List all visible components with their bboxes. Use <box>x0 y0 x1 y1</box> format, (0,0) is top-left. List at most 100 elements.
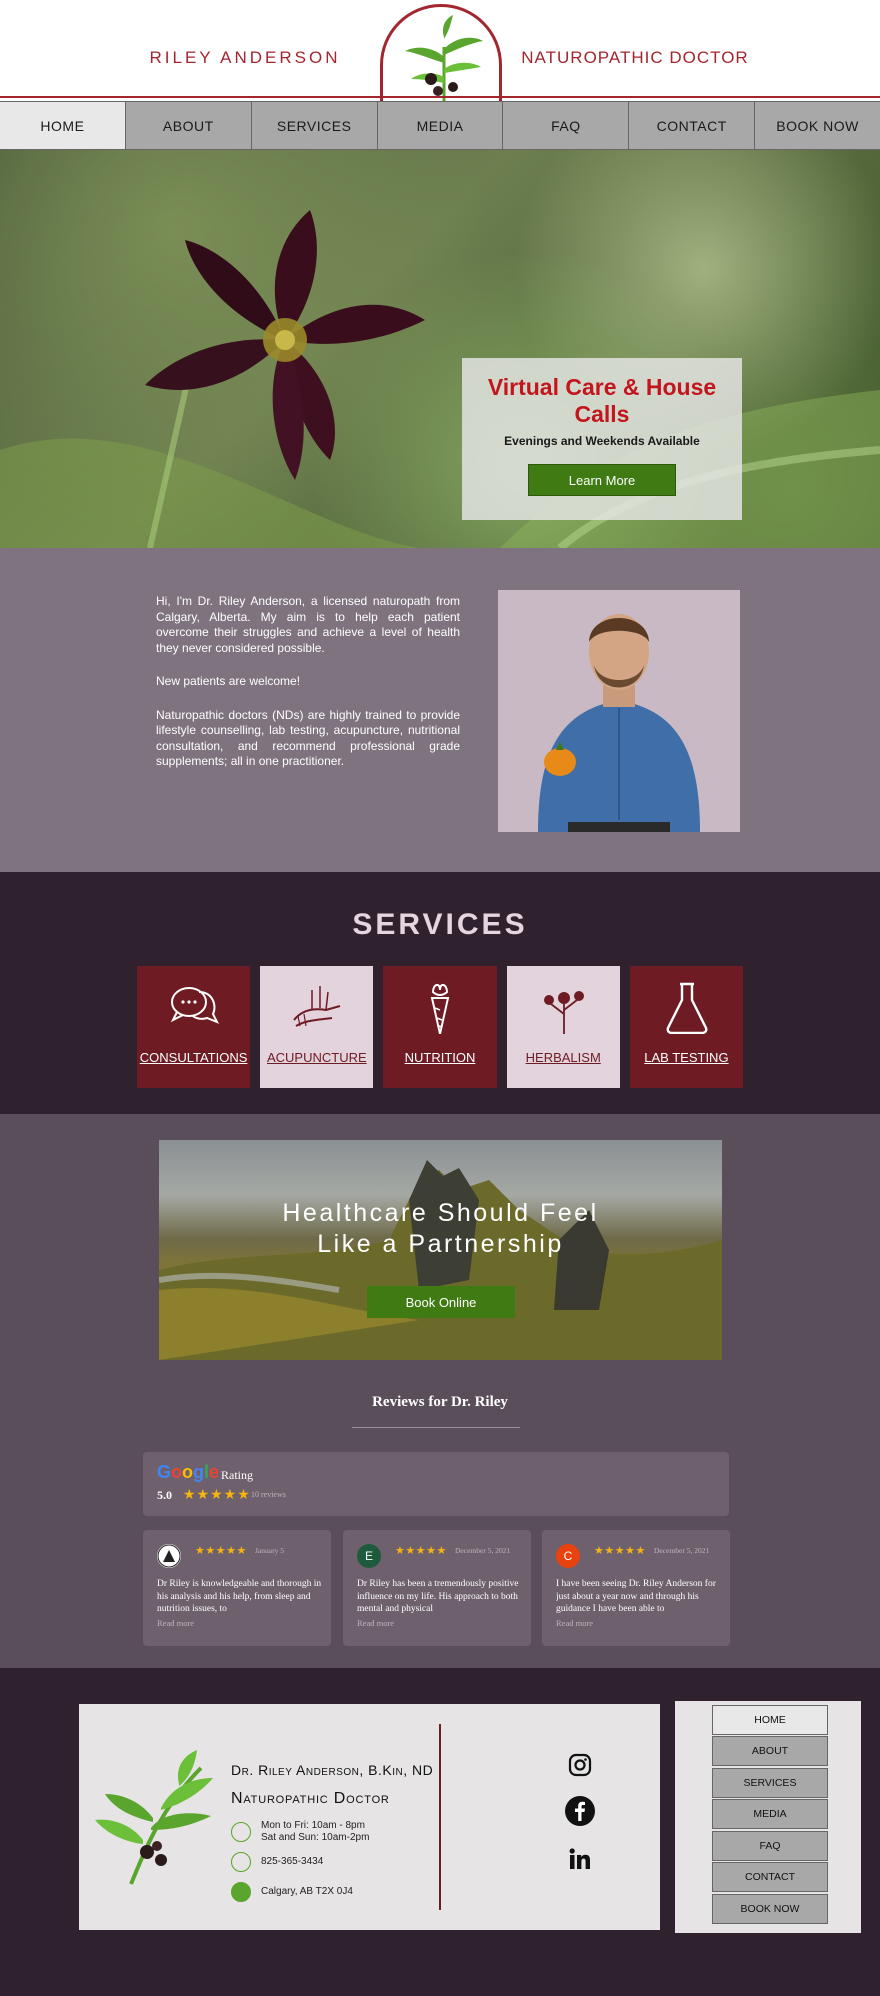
footer-nav-about[interactable]: ABOUT <box>712 1736 828 1766</box>
about-section: Hi, I'm Dr. Riley Anderson, a licensed n… <box>0 548 880 872</box>
service-nutrition[interactable]: NUTRITION <box>383 966 497 1088</box>
nav-contact[interactable]: CONTACT <box>629 102 756 149</box>
header-name[interactable]: RILEY ANDERSON <box>130 48 360 68</box>
footer-address: Calgary, AB T2X 0J4 <box>231 1882 353 1902</box>
clock-icon <box>231 1821 251 1842</box>
service-label-lab-testing[interactable]: LAB TESTING <box>630 1050 743 1065</box>
review-count[interactable]: 10 reviews <box>251 1490 286 1499</box>
location-pin-icon <box>231 1882 251 1902</box>
reviewer-avatar: C <box>556 1544 580 1568</box>
contact-card: Dr. Riley Anderson, B.Kin, ND Naturopath… <box>79 1704 660 1930</box>
footer-nav-faq[interactable]: FAQ <box>712 1831 828 1861</box>
review-read-more[interactable]: Read more <box>357 1618 394 1628</box>
rating-label: Rating <box>221 1468 253 1482</box>
service-lab-testing[interactable]: LAB TESTING <box>629 966 744 1088</box>
hero-section: Virtual Care & House Calls Evenings and … <box>0 150 880 548</box>
service-label-consultations[interactable]: CONSULTATIONS <box>137 1050 250 1065</box>
footer-nav-contact[interactable]: CONTACT <box>712 1862 828 1892</box>
rating-stars: ★★★★★ <box>183 1486 251 1502</box>
promo-heading: Virtual Care & House Calls <box>487 374 717 427</box>
review-text: Dr Riley has been a tremendously positiv… <box>357 1579 519 1614</box>
header-title: NATUROPATHIC DOCTOR <box>521 48 749 67</box>
partnership-headline: Healthcare Should Feel Like a Partnershi… <box>159 1198 722 1260</box>
nav-home[interactable]: HOME <box>0 102 126 149</box>
about-welcome: New patients are welcome! <box>156 674 301 688</box>
service-herbalism[interactable]: HERBALISM <box>506 966 620 1088</box>
nav-services[interactable]: SERVICES <box>251 102 378 149</box>
about-text: Hi, I'm Dr. Riley Anderson, a licensed n… <box>156 594 460 788</box>
doctor-photo <box>498 590 740 832</box>
review-date: December 5, 2021 <box>654 1546 710 1555</box>
acupuncture-hand-icon <box>293 986 341 1027</box>
footer-phone-text[interactable]: 825-365-3434 <box>261 1856 323 1868</box>
reviews-title: Reviews for Dr. Riley <box>372 1394 508 1410</box>
main-nav: HOME ABOUT SERVICES MEDIA FAQ CONTACT BO… <box>0 101 880 150</box>
herb-flower-icon <box>543 991 584 1034</box>
footer-phone[interactable]: 825-365-3434 <box>231 1852 323 1872</box>
nav-book-now[interactable]: BOOK NOW <box>755 102 880 149</box>
footer-nav-services[interactable]: SERVICES <box>712 1768 828 1798</box>
partnership-reviews-section: Healthcare Should Feel Like a Partnershi… <box>0 1114 880 1668</box>
promo-subheading: Evenings and Weekends Available <box>504 434 700 448</box>
about-intro: Hi, I'm Dr. Riley Anderson, a licensed n… <box>156 594 460 655</box>
footer-address-text: Calgary, AB T2X 0J4 <box>261 1886 353 1898</box>
learn-more-button[interactable]: Learn More <box>528 464 676 496</box>
review-stars: ★★★★★ <box>594 1545 646 1557</box>
rating-score: 5.0 <box>157 1488 172 1502</box>
review-read-more[interactable]: Read more <box>556 1618 593 1628</box>
service-acupuncture[interactable]: ACUPUNCTURE <box>260 966 374 1088</box>
review-read-more[interactable]: Read more <box>157 1618 194 1628</box>
site-footer: Dr. Riley Anderson, B.Kin, ND Naturopath… <box>0 1668 880 1996</box>
partnership-headline-line1: Healthcare Should Feel <box>282 1199 599 1227</box>
services-heading: SERVICES <box>352 908 528 941</box>
partnership-headline-line2: Like a Partnership <box>317 1230 564 1258</box>
footer-doctor-name: Dr. Riley Anderson, B.Kin, ND <box>231 1762 434 1778</box>
reviewer-avatar <box>157 1544 181 1568</box>
footer-menu: HOME ABOUT SERVICES MEDIA FAQ CONTACT BO… <box>675 1701 861 1933</box>
footer-card-divider <box>439 1724 441 1910</box>
services-tiles: CONSULTATIONS ACUPUNCTURE NUTRITION HERB… <box>137 966 744 1088</box>
service-consultations[interactable]: CONSULTATIONS <box>137 966 251 1088</box>
about-nd-info: Naturopathic doctors (NDs) are highly tr… <box>156 707 460 769</box>
review-text: I have been seeing Dr. Riley Anderson fo… <box>556 1579 716 1614</box>
carrot-icon <box>431 984 450 1034</box>
nav-about[interactable]: ABOUT <box>125 102 252 149</box>
nav-faq[interactable]: FAQ <box>503 102 630 149</box>
footer-doctor-title: Naturopathic Doctor <box>231 1790 390 1807</box>
service-label-herbalism[interactable]: HERBALISM <box>507 1050 620 1065</box>
footer-nav-book-now[interactable]: BOOK NOW <box>712 1894 828 1924</box>
review-text: Dr Riley is knowledgeable and thorough i… <box>157 1579 322 1614</box>
nav-media[interactable]: MEDIA <box>377 102 504 149</box>
footer-nav-media[interactable]: MEDIA <box>712 1799 828 1829</box>
review-stars: ★★★★★ <box>395 1545 447 1557</box>
flask-icon <box>666 982 708 1034</box>
review-card[interactable]: C ★★★★★ December 5, 2021 I have been see… <box>542 1530 730 1646</box>
footer-hours: Mon to Fri: 10am - 8pm Sat and Sun: 10am… <box>231 1820 369 1843</box>
site-header: RILEY ANDERSON NATUROPATHIC DOCTOR <box>0 0 880 114</box>
herb-logo-icon <box>95 1750 213 1885</box>
review-card[interactable]: ★★★★★ January 5 Dr Riley is knowledgeabl… <box>143 1530 331 1646</box>
footer-nav-home[interactable]: HOME <box>712 1705 828 1735</box>
review-date: January 5 <box>255 1546 284 1555</box>
review-stars: ★★★★★ <box>195 1545 247 1557</box>
review-date: December 5, 2021 <box>455 1546 511 1555</box>
reviewer-avatar: E <box>357 1544 381 1568</box>
facebook-icon[interactable] <box>565 1796 595 1826</box>
instagram-icon[interactable] <box>565 1750 595 1780</box>
reviews-divider <box>352 1427 520 1428</box>
services-section: SERVICES CONSULTATIONS ACUPUNCTURE NUTRI… <box>0 872 880 1114</box>
review-card[interactable]: E ★★★★★ December 5, 2021 Dr Riley has be… <box>343 1530 531 1646</box>
header-divider <box>0 96 880 98</box>
service-label-acupuncture[interactable]: ACUPUNCTURE <box>260 1050 373 1065</box>
reviewer-avatar-icon <box>157 1544 181 1568</box>
linkedin-icon[interactable] <box>565 1844 595 1874</box>
service-label-nutrition[interactable]: NUTRITION <box>383 1050 496 1065</box>
google-logo: Google <box>157 1462 220 1482</box>
lily-photo <box>0 210 880 548</box>
book-online-button[interactable]: Book Online <box>367 1286 515 1318</box>
phone-icon <box>231 1852 251 1872</box>
google-rating-summary[interactable]: Google Rating 5.0 ★★★★★ 10 reviews <box>143 1452 729 1516</box>
partnership-banner: Healthcare Should Feel Like a Partnershi… <box>159 1140 722 1360</box>
chat-bubbles-icon <box>170 987 219 1024</box>
virtual-care-promo: Virtual Care & House Calls Evenings and … <box>462 358 742 520</box>
